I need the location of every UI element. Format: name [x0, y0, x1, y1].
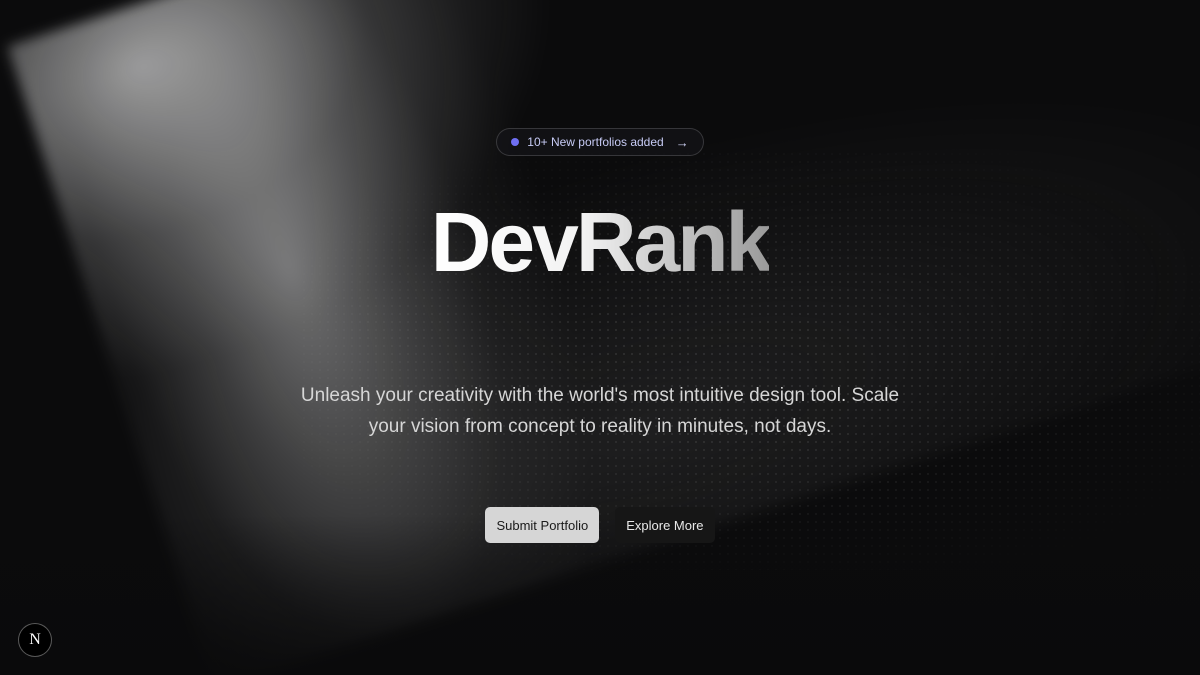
- page: 10+ New portfolios added → DevRank Unlea…: [0, 0, 1200, 675]
- nextjs-glyph: N: [29, 631, 41, 648]
- page-title: DevRank: [430, 195, 773, 289]
- nextjs-icon[interactable]: N: [18, 623, 52, 657]
- hero-subtitle: Unleash your creativity with the world's…: [300, 385, 900, 438]
- submit-portfolio-button[interactable]: Submit Portfolio: [485, 507, 600, 544]
- new-portfolios-badge[interactable]: 10+ New portfolios added →: [496, 128, 704, 156]
- badge-label: 10+ New portfolios added: [527, 135, 664, 149]
- status-dot-icon: [511, 138, 520, 146]
- hero-actions: Submit Portfolio Explore More: [485, 507, 715, 544]
- arrow-right-icon: →: [675, 134, 689, 150]
- hero-section: 10+ New portfolios added → DevRank Unlea…: [0, 0, 1200, 675]
- explore-more-button[interactable]: Explore More: [615, 507, 715, 544]
